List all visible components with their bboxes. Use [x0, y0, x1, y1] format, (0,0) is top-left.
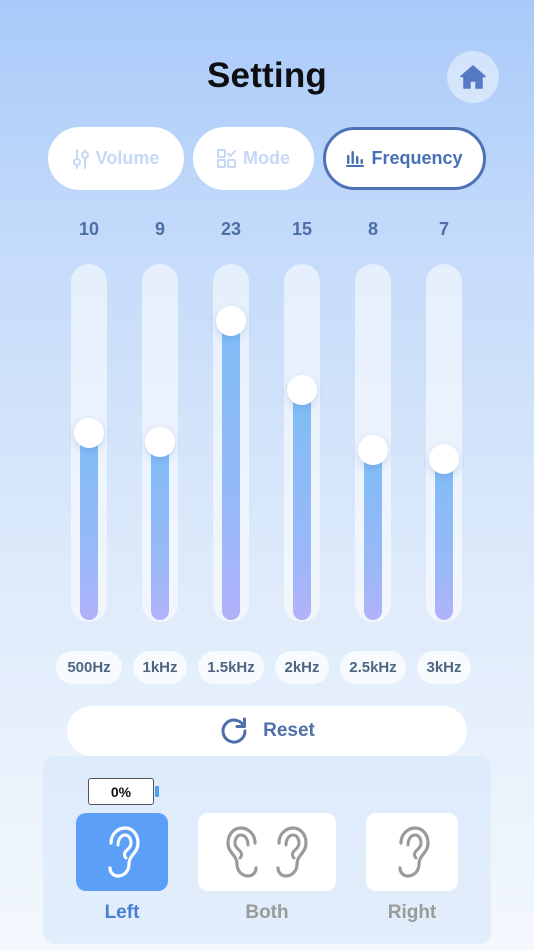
band-slider-thumb[interactable]	[74, 418, 104, 448]
band-value: 15	[291, 219, 313, 239]
band-slider-thumb[interactable]	[287, 375, 317, 405]
tab-volume-label: Volume	[95, 148, 160, 168]
tab-frequency[interactable]: Frequency	[323, 127, 486, 190]
tab-frequency-label: Frequency	[371, 148, 463, 168]
band-slider-fill	[151, 441, 169, 620]
tab-volume[interactable]: Volume	[48, 127, 184, 190]
band-frequency-label: 1kHz	[133, 651, 187, 684]
bar-chart-icon	[346, 150, 365, 167]
both-ears-button[interactable]	[198, 813, 336, 891]
battery-tip	[155, 786, 159, 797]
band-slider-fill	[222, 321, 240, 620]
reset-label: Reset	[263, 720, 315, 741]
band-slider-thumb[interactable]	[358, 435, 388, 466]
mode-grid-icon	[217, 149, 236, 168]
left-ear-button[interactable]	[76, 813, 168, 891]
battery-text: 0%	[110, 783, 132, 800]
band-slider-thumb[interactable]	[216, 306, 246, 337]
refresh-icon	[221, 717, 247, 744]
band-slider-fill	[435, 458, 453, 620]
band-slider-fill	[80, 433, 98, 620]
band-value: 8	[367, 219, 378, 239]
tab-mode-label: Mode	[243, 148, 290, 168]
right-ear-button[interactable]	[366, 813, 458, 891]
band-value: 9	[154, 219, 165, 239]
band-slider-3khz[interactable]	[426, 264, 462, 622]
home-button[interactable]	[447, 51, 499, 103]
band-frequency-label: 1.5kHz	[198, 651, 264, 684]
band-slider-500hz[interactable]	[71, 264, 107, 622]
battery-indicator: 0%	[88, 778, 154, 805]
band-slider-fill	[293, 390, 311, 620]
band-value: 7	[438, 219, 449, 239]
right-ear-label: Right	[387, 902, 437, 923]
band-value: 23	[220, 219, 242, 239]
band-slider-2-5khz[interactable]	[355, 264, 391, 622]
both-ears-label: Both	[245, 902, 289, 923]
reset-button[interactable]: Reset	[67, 706, 467, 756]
band-frequency-label: 3kHz	[417, 651, 471, 684]
band-slider-1-5khz[interactable]	[213, 264, 249, 622]
band-frequency-label: 2kHz	[275, 651, 329, 684]
band-slider-2khz[interactable]	[284, 264, 320, 622]
band-value: 10	[78, 219, 100, 239]
band-slider-fill	[364, 450, 382, 620]
sliders-icon	[72, 148, 89, 169]
band-slider-1khz[interactable]	[142, 264, 178, 622]
band-slider-thumb[interactable]	[429, 443, 459, 474]
band-slider-thumb[interactable]	[145, 426, 175, 457]
left-ear-label: Left	[104, 902, 140, 923]
band-frequency-label: 2.5kHz	[340, 651, 406, 684]
home-icon	[460, 65, 486, 89]
right-ear-icon	[398, 826, 430, 878]
tab-mode[interactable]: Mode	[193, 127, 314, 190]
left-ear-icon	[108, 826, 140, 878]
band-frequency-label: 500Hz	[56, 651, 122, 684]
both-ears-icon	[224, 825, 310, 879]
